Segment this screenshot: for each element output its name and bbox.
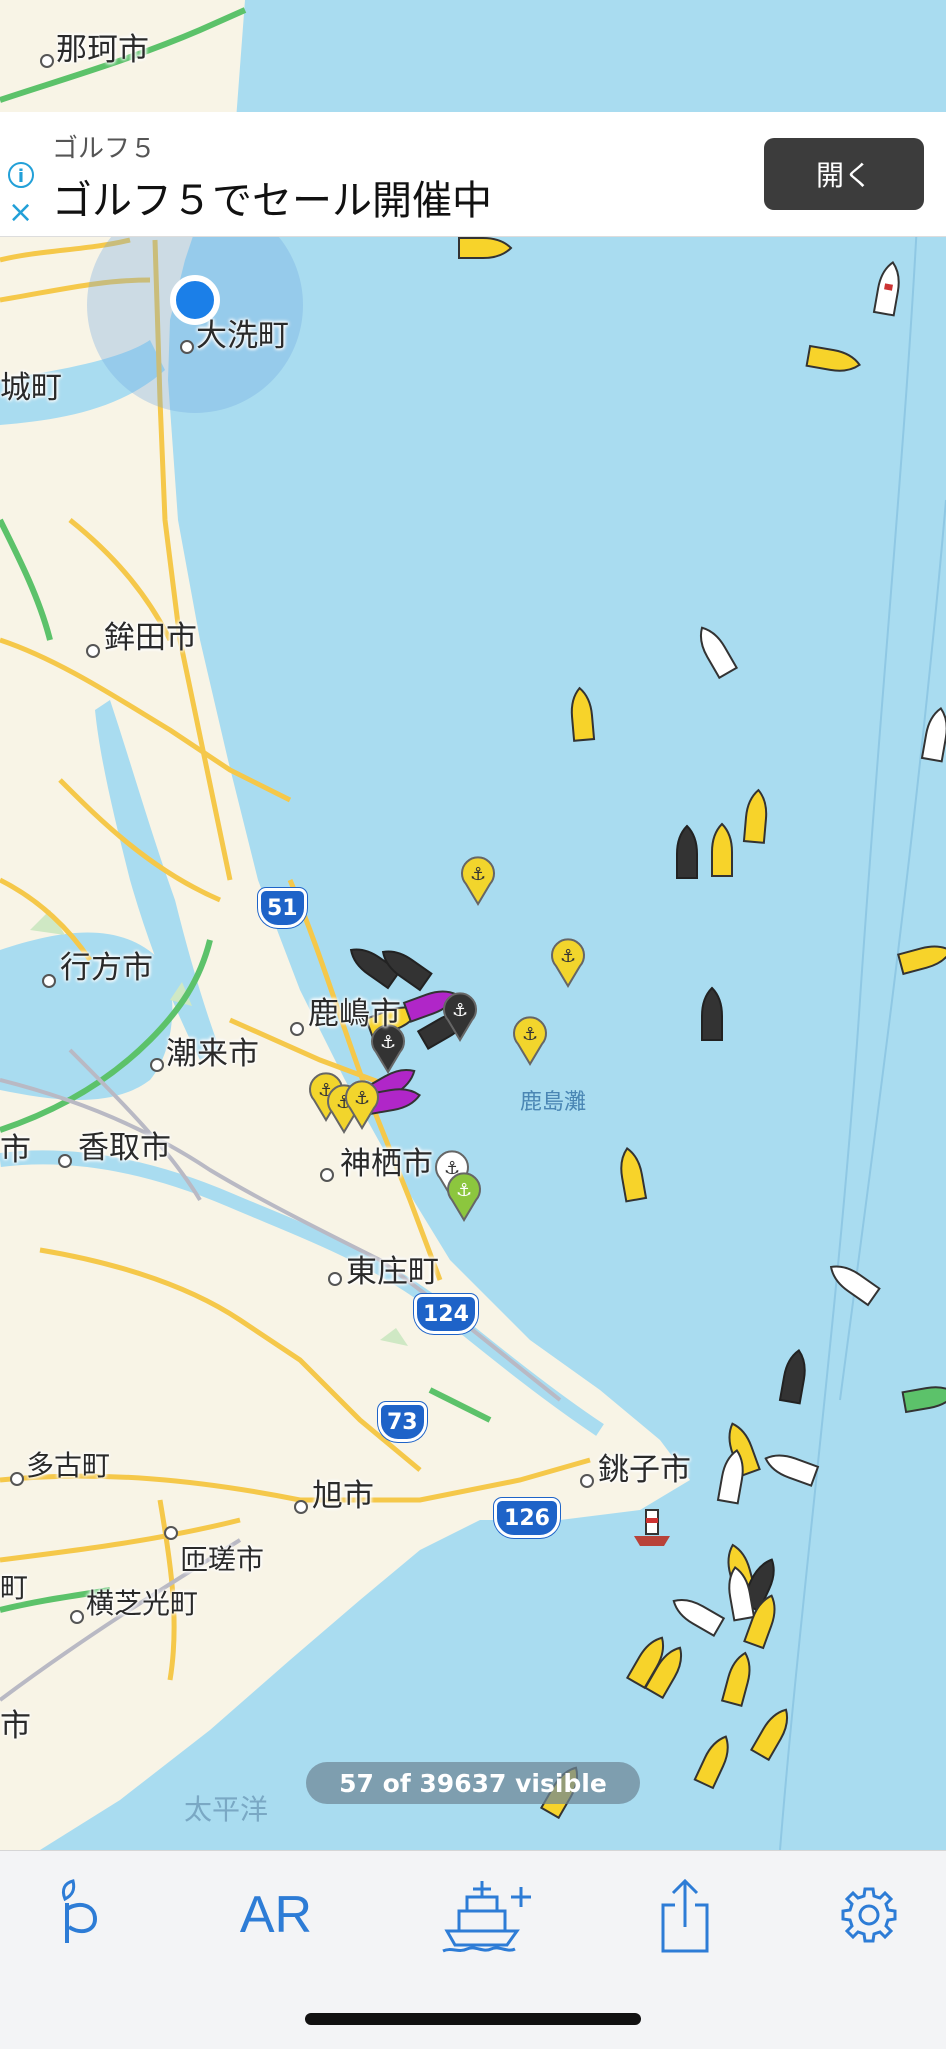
svg-text:⚓: ⚓: [452, 1000, 468, 1021]
tab-share[interactable]: [640, 1873, 730, 1957]
route-shield: 51: [258, 888, 307, 928]
route-shield: 126: [494, 1498, 560, 1538]
ship-add-icon: [442, 1881, 531, 1953]
place-dot: [70, 1610, 84, 1624]
ad-headline[interactable]: ゴルフ５でセール開催中: [52, 168, 492, 226]
place-dot: [180, 340, 194, 354]
tab-ar-label: AR: [239, 1886, 313, 1944]
place-label-edge: 町: [0, 1571, 29, 1604]
place-dot: [290, 1022, 304, 1036]
ad-close-icon[interactable]: ×: [8, 198, 33, 228]
visible-ships-counter: 57 of 39637 visible: [306, 1762, 640, 1804]
gear-icon: [841, 1887, 897, 1943]
place-label-tako: 多古町: [26, 1449, 111, 1482]
svg-text:⚓: ⚓: [522, 1024, 538, 1045]
place-label-naka: 那珂市: [56, 32, 149, 68]
place-label-hokota: 鉾田市: [104, 620, 197, 656]
place-label-tonosho: 東庄町: [346, 1254, 439, 1290]
place-dot: [42, 974, 56, 988]
share-icon: [661, 1878, 709, 1953]
svg-text:⚓: ⚓: [560, 946, 576, 967]
svg-text:⚓: ⚓: [456, 1180, 472, 1201]
route-shield: 73: [378, 1402, 427, 1442]
place-label-edge: 市: [0, 1132, 31, 1168]
place-dot: [294, 1500, 308, 1514]
ship-markers: [349, 237, 946, 1820]
ad-open-button[interactable]: 開く: [764, 138, 924, 210]
place-label-katori: 香取市: [78, 1130, 171, 1166]
place-label-yokoshibahikari: 横芝光町: [86, 1587, 199, 1620]
place-dot: [328, 1272, 342, 1286]
place-label-oarai: 大洗町: [196, 318, 289, 354]
ad-info-icon[interactable]: i: [8, 162, 34, 188]
place-dot: [580, 1474, 594, 1488]
svg-text:⚓: ⚓: [470, 864, 486, 885]
tab-ar[interactable]: AR: [226, 1873, 326, 1957]
bottom-tab-bar: AR: [0, 1850, 946, 2049]
ad-brand: ゴルフ５: [52, 134, 157, 164]
place-dot: [150, 1058, 164, 1072]
lighthouse-marker: [634, 1509, 670, 1546]
place-label-shiro: 城町: [0, 370, 62, 406]
place-label-edge: 市: [0, 1708, 31, 1744]
route-shield: 124: [414, 1294, 478, 1334]
place-dot: [40, 54, 54, 68]
ship-map[interactable]: ⚓ ⚓ ⚓ ⚓ ⚓ ⚓ ⚓ ⚓ ⚓ ⚓ 那珂市 大洗町 城町 鉾田市 行方市 鹿…: [0, 0, 946, 1850]
place-label-itako: 潮来市: [166, 1036, 259, 1072]
ad-banner[interactable]: i × ゴルフ５ ゴルフ５でセール開催中 開く: [0, 112, 946, 237]
tab-pro[interactable]: [36, 1873, 126, 1957]
tab-settings[interactable]: [824, 1873, 914, 1957]
place-dot: [58, 1154, 72, 1168]
sea-label-kashimanada: 鹿島灘: [520, 1090, 587, 1115]
place-label-asahi: 旭市: [312, 1478, 374, 1514]
place-label-kashima: 鹿嶋市: [308, 996, 401, 1032]
svg-text:⚓: ⚓: [380, 1032, 396, 1053]
place-dot: [86, 644, 100, 658]
place-dot: [164, 1526, 178, 1540]
place-dot: [320, 1168, 334, 1182]
pro-leaf-icon: [61, 1879, 98, 1943]
sea-label-pacific: 太平洋: [184, 1793, 269, 1826]
place-label-kamisu: 神栖市: [340, 1146, 433, 1182]
home-indicator: [305, 2013, 641, 2025]
map-canvas: ⚓ ⚓ ⚓ ⚓ ⚓ ⚓ ⚓ ⚓ ⚓ ⚓: [0, 0, 946, 1850]
tab-add-ship[interactable]: [432, 1873, 542, 1957]
place-dot: [10, 1472, 24, 1486]
place-label-sosa: 匝瑳市: [180, 1543, 265, 1576]
place-label-choshi: 銚子市: [598, 1452, 691, 1488]
svg-text:⚓: ⚓: [354, 1088, 370, 1109]
place-label-namegata: 行方市: [60, 950, 153, 986]
